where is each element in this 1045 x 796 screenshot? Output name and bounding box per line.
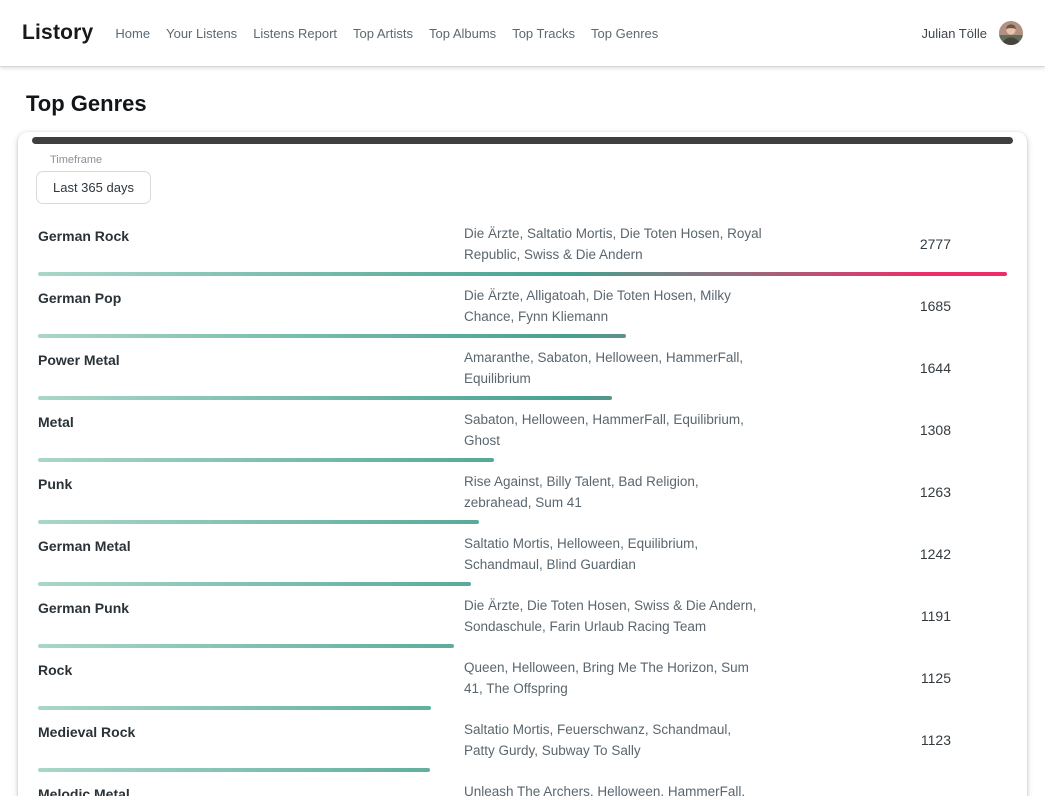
genre-name: Melodic Metal (38, 781, 464, 796)
genre-row: German Rock Die Ärzte, Saltatio Mortis, … (38, 214, 1007, 276)
genre-name: German Metal (38, 533, 464, 557)
genre-artists: Saltatio Mortis, Feuerschwanz, Schandmau… (464, 719, 764, 761)
page-title: Top Genres (26, 91, 1045, 117)
genre-artists: Unleash The Archers, Helloween, HammerFa… (464, 781, 764, 796)
genre-table: German Rock Die Ärzte, Saltatio Mortis, … (18, 210, 1027, 796)
genre-name: German Punk (38, 595, 464, 619)
genre-count: 1644 (764, 360, 1007, 376)
user-avatar[interactable] (999, 21, 1023, 45)
genre-count: 2777 (764, 236, 1007, 252)
genre-row: German Metal Saltatio Mortis, Helloween,… (38, 524, 1007, 586)
genre-row: German Punk Die Ärzte, Die Toten Hosen, … (38, 586, 1007, 648)
genre-count: 1308 (764, 422, 1007, 438)
nav-item-your-listens[interactable]: Your Listens (166, 22, 237, 45)
nav-item-top-tracks[interactable]: Top Tracks (512, 22, 575, 45)
genre-row: Medieval Rock Saltatio Mortis, Feuerschw… (38, 710, 1007, 772)
timeframe-filter: Timeframe Last 365 days (18, 152, 1027, 210)
genre-count: 1191 (764, 608, 1007, 624)
genre-artists: Die Ärzte, Alligatoah, Die Toten Hosen, … (464, 285, 764, 327)
genre-artists: Saltatio Mortis, Helloween, Equilibrium,… (464, 533, 764, 575)
user-name: Julian Tölle (921, 26, 987, 41)
genre-name: Punk (38, 471, 464, 495)
app-logo[interactable]: Listory (22, 21, 93, 45)
nav-item-listens-report[interactable]: Listens Report (253, 22, 337, 45)
genre-name: German Pop (38, 285, 464, 309)
nav-item-home[interactable]: Home (115, 22, 150, 45)
genre-row: Metal Sabaton, Helloween, HammerFall, Eq… (38, 400, 1007, 462)
genre-name: Medieval Rock (38, 719, 464, 743)
timeframe-select[interactable]: Last 365 days (36, 171, 151, 204)
genre-count: 1685 (764, 298, 1007, 314)
genre-row: German Pop Die Ärzte, Alligatoah, Die To… (38, 276, 1007, 338)
genre-name: Metal (38, 409, 464, 433)
genre-count: 1125 (764, 670, 1007, 686)
genre-row: Melodic Metal Unleash The Archers, Hello… (38, 772, 1007, 796)
top-navbar: Listory Home Your Listens Listens Report… (0, 0, 1045, 66)
genre-count: 1242 (764, 546, 1007, 562)
timeframe-label: Timeframe (50, 154, 1009, 166)
nav-item-top-artists[interactable]: Top Artists (353, 22, 413, 45)
genre-row: Rock Queen, Helloween, Bring Me The Hori… (38, 648, 1007, 710)
genre-artists: Queen, Helloween, Bring Me The Horizon, … (464, 657, 764, 699)
card-horizontal-scrollbar-thumb[interactable] (32, 137, 1013, 144)
genre-name: German Rock (38, 223, 464, 247)
genre-artists: Sabaton, Helloween, HammerFall, Equilibr… (464, 409, 764, 451)
genre-artists: Die Ärzte, Saltatio Mortis, Die Toten Ho… (464, 223, 764, 265)
user-menu[interactable]: Julian Tölle (921, 21, 1023, 45)
genre-name: Rock (38, 657, 464, 681)
genre-count: 1123 (764, 732, 1007, 748)
card-horizontal-scrollbar-track (32, 137, 1013, 146)
genre-artists: Amaranthe, Sabaton, Helloween, HammerFal… (464, 347, 764, 389)
user-photo-icon (999, 21, 1023, 45)
top-genres-card: Timeframe Last 365 days German Rock Die … (18, 132, 1027, 796)
nav-item-top-genres[interactable]: Top Genres (591, 22, 658, 45)
genre-artists: Die Ärzte, Die Toten Hosen, Swiss & Die … (464, 595, 764, 637)
nav-item-top-albums[interactable]: Top Albums (429, 22, 496, 45)
genre-row: Punk Rise Against, Billy Talent, Bad Rel… (38, 462, 1007, 524)
genre-name: Power Metal (38, 347, 464, 371)
genre-artists: Rise Against, Billy Talent, Bad Religion… (464, 471, 764, 513)
genre-count: 1263 (764, 484, 1007, 500)
main-nav: Home Your Listens Listens Report Top Art… (115, 22, 921, 45)
genre-row: Power Metal Amaranthe, Sabaton, Hellowee… (38, 338, 1007, 400)
